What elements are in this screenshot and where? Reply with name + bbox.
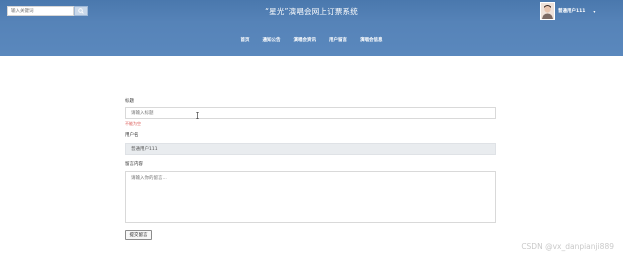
content-label: 留言内容: [125, 162, 143, 167]
nav-item-home[interactable]: 首页: [241, 37, 250, 43]
avatar-image: [541, 3, 554, 19]
chevron-down-icon[interactable]: ▾: [593, 9, 595, 14]
avatar[interactable]: [540, 2, 555, 20]
submit-button[interactable]: 提交留言: [125, 230, 152, 240]
nav-item-notices[interactable]: 通知公告: [263, 37, 281, 43]
username-field: 普通用户111: [125, 143, 496, 155]
nav-item-messages[interactable]: 用户留言: [329, 37, 347, 43]
title-label: 标题: [125, 99, 134, 104]
content-textarea[interactable]: [125, 171, 496, 223]
csdn-watermark: CSDN @vx_danpianji889: [521, 242, 614, 251]
title-input[interactable]: [125, 107, 496, 119]
title-error-hint: 不能为空: [125, 121, 141, 126]
text-cursor-icon: [196, 112, 199, 119]
main-nav: 首页 通知公告 演唱会资讯 用户留言 演唱会信息: [0, 37, 623, 43]
nav-item-concert-news[interactable]: 演唱会资讯: [294, 37, 317, 43]
user-menu[interactable]: 普通用户111 ▾: [540, 2, 595, 20]
nav-item-concert-info[interactable]: 演唱会信息: [360, 37, 383, 43]
username-label: 用户名: [125, 133, 139, 138]
header-bar: “星光”演唱会网上订票系统 普通用户111 ▾ 首页 通知公告 演唱会资讯 用户…: [0, 0, 623, 56]
user-name[interactable]: 普通用户111: [558, 8, 585, 14]
site-title: “星光”演唱会网上订票系统: [265, 7, 358, 16]
